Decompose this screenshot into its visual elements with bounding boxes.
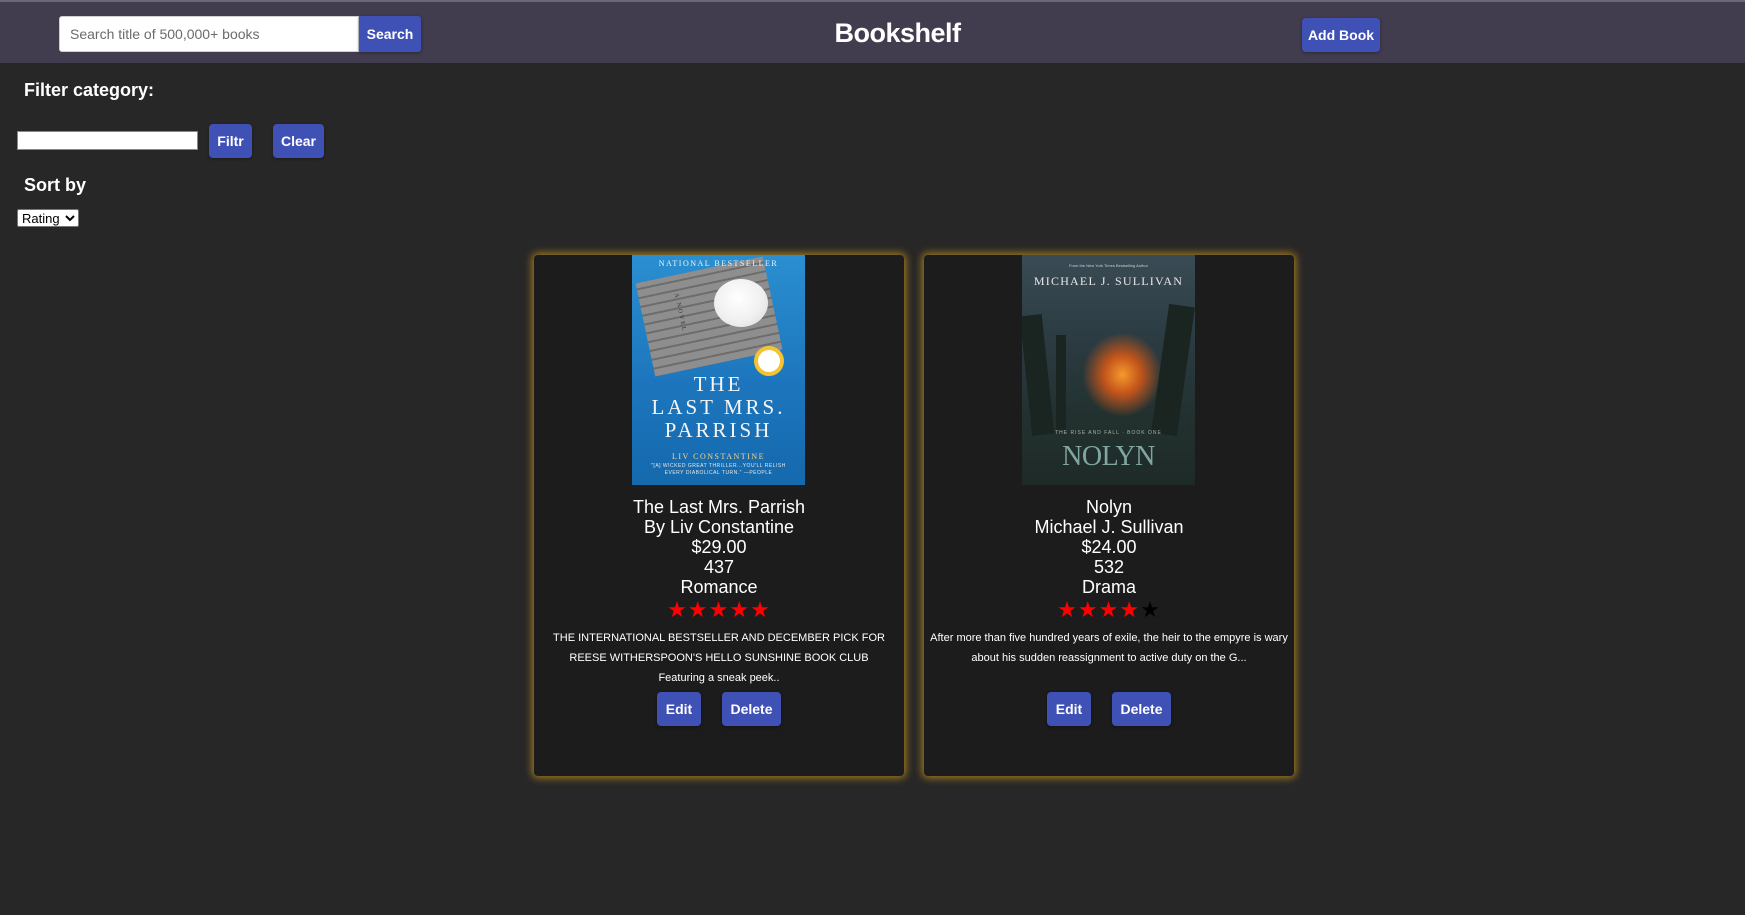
cover-top-text: From the New York Times Bestselling Auth… xyxy=(1069,263,1148,268)
add-book-button[interactable]: Add Book xyxy=(1302,18,1380,52)
cover-tree-graphic xyxy=(1056,335,1066,430)
book-price: $29.00 xyxy=(691,537,747,557)
book-author: Michael J. Sullivan xyxy=(1034,517,1184,537)
star-filled-icon: ★ xyxy=(1119,597,1141,622)
cover-series: THE RISE AND FALL · BOOK ONE xyxy=(1055,430,1162,436)
filter-button[interactable]: Filtr xyxy=(209,124,252,158)
cover-title-line: LAST MRS. xyxy=(651,395,786,419)
top-navbar: Search Bookshelf Add Book xyxy=(0,2,1745,63)
star-filled-icon: ★ xyxy=(1098,597,1120,622)
book-card: From the New York Times Bestselling Auth… xyxy=(924,255,1294,776)
book-category: Romance xyxy=(680,577,758,597)
book-title: The Last Mrs. Parrish xyxy=(632,497,806,517)
book-description: After more than five hundred years of ex… xyxy=(930,632,1288,664)
cover-hat-graphic xyxy=(714,279,768,327)
cover-title-line: THE xyxy=(693,372,744,396)
sort-select[interactable]: Rating xyxy=(17,209,79,227)
sort-by-label: Sort by xyxy=(24,175,87,195)
book-info: The Last Mrs. Parrish By Liv Constantine… xyxy=(534,497,904,622)
star-empty-icon: ★ xyxy=(1140,597,1161,622)
cover-title: THE LAST MRS. PARRISH xyxy=(632,373,805,442)
cover-author: LIV CONSTANTINE xyxy=(671,452,766,461)
book-card: NATIONAL BESTSELLER A NOVEL THE LAST MRS… xyxy=(534,255,904,776)
cover-book-club-seal xyxy=(754,346,784,376)
cover-top-text: NATIONAL BESTSELLER xyxy=(658,259,779,268)
star-filled-icon: ★ xyxy=(729,597,751,622)
app-title: Bookshelf xyxy=(834,18,961,48)
star-filled-icon: ★ xyxy=(1057,597,1078,622)
book-pages: 437 xyxy=(703,557,735,577)
filter-category-input[interactable] xyxy=(17,131,198,150)
rating-stars: ★★★★★ xyxy=(534,598,904,622)
cover-quote-line: "[A] WICKED GREAT THRILLER...YOU'LL RELI… xyxy=(651,463,786,469)
clear-button[interactable]: Clear xyxy=(273,124,324,158)
star-filled-icon: ★ xyxy=(667,597,688,622)
book-price: $24.00 xyxy=(1081,537,1137,557)
cover-title-line: PARRISH xyxy=(664,418,773,442)
delete-button[interactable]: Delete xyxy=(1112,692,1171,726)
star-filled-icon: ★ xyxy=(1077,597,1099,622)
rating-stars: ★★★★★ xyxy=(924,598,1294,622)
cover-quote: "[A] WICKED GREAT THRILLER...YOU'LL RELI… xyxy=(632,463,805,477)
book-info: Nolyn Michael J. Sullivan $24.00 532 Dra… xyxy=(924,497,1294,622)
book-author: By Liv Constantine xyxy=(643,517,795,537)
star-filled-icon: ★ xyxy=(750,597,771,622)
filter-category-label: Filter category: xyxy=(24,80,155,100)
cover-tree-graphic xyxy=(1022,314,1055,436)
book-pages: 532 xyxy=(1093,557,1125,577)
book-category: Drama xyxy=(1081,577,1136,597)
cover-author: MICHAEL J. SULLIVAN xyxy=(1033,274,1184,288)
book-description: THE INTERNATIONAL BESTSELLER AND DECEMBE… xyxy=(553,632,885,684)
delete-button[interactable]: Delete xyxy=(722,692,781,726)
book-title: Nolyn xyxy=(1085,497,1133,517)
star-filled-icon: ★ xyxy=(687,597,709,622)
cover-title: NOLYN xyxy=(1062,441,1155,472)
edit-button[interactable]: Edit xyxy=(1047,692,1091,726)
cover-quote-line: EVERY DIABOLICAL TURN." —PEOPLE xyxy=(664,470,773,476)
book-cover-image[interactable]: From the New York Times Bestselling Auth… xyxy=(1022,255,1195,485)
cover-tree-graphic xyxy=(1151,303,1195,437)
edit-button[interactable]: Edit xyxy=(657,692,701,726)
book-cover-image[interactable]: NATIONAL BESTSELLER A NOVEL THE LAST MRS… xyxy=(632,255,805,485)
star-filled-icon: ★ xyxy=(708,597,730,622)
